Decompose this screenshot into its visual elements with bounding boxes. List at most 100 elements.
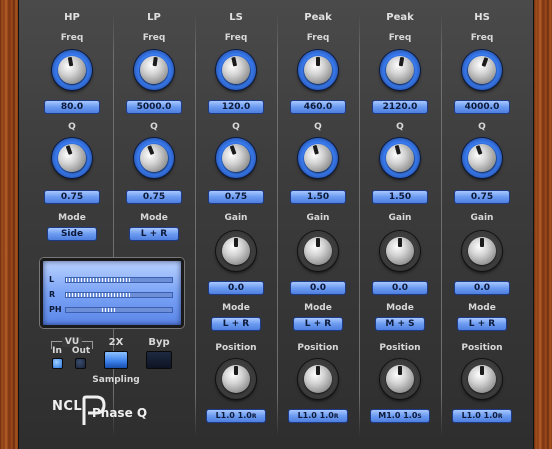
gain-label: Gain bbox=[306, 213, 330, 223]
q-value-field[interactable]: 1.50 bbox=[372, 190, 428, 204]
vu-in-button[interactable] bbox=[52, 358, 63, 369]
q-value-field[interactable]: 0.75 bbox=[44, 190, 100, 204]
freq-value-field[interactable]: 120.0 bbox=[208, 100, 264, 114]
band-title: Peak bbox=[304, 12, 332, 23]
vu-level-ph bbox=[102, 308, 115, 312]
freq-label: Freq bbox=[60, 33, 84, 43]
ncl-phase-q-logo: NCL Phase Q bbox=[52, 395, 172, 427]
sampling-label: Sampling bbox=[92, 375, 140, 385]
q-label: Q bbox=[478, 122, 486, 132]
position-b-value: 1.0 bbox=[483, 411, 498, 420]
column-divider bbox=[441, 12, 442, 437]
gain-label: Gain bbox=[224, 213, 248, 223]
freq-value-field[interactable]: 460.0 bbox=[290, 100, 346, 114]
knob-pointer-icon bbox=[312, 144, 319, 155]
mode-select[interactable]: L + R bbox=[293, 317, 343, 331]
knob-pointer-icon bbox=[398, 366, 402, 375]
freq-knob[interactable] bbox=[52, 50, 92, 90]
freq-label: Freq bbox=[142, 33, 166, 43]
knob-pointer-icon bbox=[481, 57, 489, 67]
vu-label-r: R bbox=[49, 290, 56, 299]
knob-pointer-icon bbox=[234, 366, 238, 375]
freq-label: Freq bbox=[306, 33, 330, 43]
q-label: Q bbox=[150, 122, 158, 132]
knob-pointer-icon bbox=[480, 238, 484, 247]
column-divider bbox=[113, 12, 114, 437]
position-value-field[interactable]: M1.0 1.0S bbox=[370, 409, 430, 423]
knob-pointer-icon bbox=[229, 145, 237, 155]
freq-knob[interactable] bbox=[462, 50, 502, 90]
freq-label: Freq bbox=[470, 33, 494, 43]
gain-value-field[interactable]: 0.0 bbox=[372, 281, 428, 295]
q-value-field[interactable]: 1.50 bbox=[290, 190, 346, 204]
gain-value-field[interactable]: 0.0 bbox=[454, 281, 510, 295]
vu-out-button[interactable] bbox=[75, 358, 86, 369]
bypass-label: Byp bbox=[148, 337, 170, 348]
knob-pointer-icon bbox=[152, 56, 158, 67]
mode-select[interactable]: Side bbox=[47, 227, 97, 241]
position-value-field[interactable]: L1.0 1.0R bbox=[206, 409, 266, 423]
q-label: Q bbox=[314, 122, 322, 132]
band-title: HP bbox=[64, 12, 80, 23]
q-value-field[interactable]: 0.75 bbox=[454, 190, 510, 204]
q-knob[interactable] bbox=[462, 138, 502, 178]
position-knob[interactable] bbox=[380, 359, 420, 399]
position-value-field[interactable]: L1.0 1.0R bbox=[288, 409, 348, 423]
q-knob[interactable] bbox=[380, 138, 420, 178]
q-label: Q bbox=[232, 122, 240, 132]
knob-pointer-icon bbox=[475, 145, 483, 155]
gain-knob[interactable] bbox=[462, 231, 502, 271]
vu-label-l: L bbox=[49, 275, 55, 284]
freq-knob[interactable] bbox=[216, 50, 256, 90]
freq-knob[interactable] bbox=[134, 50, 174, 90]
gain-value-field[interactable]: 0.0 bbox=[208, 281, 264, 295]
q-value-field[interactable]: 0.75 bbox=[126, 190, 182, 204]
position-label: Position bbox=[297, 343, 339, 353]
vu-row-right: R bbox=[49, 290, 179, 300]
position-value-field[interactable]: L1.0 1.0R bbox=[452, 409, 512, 423]
freq-value-field[interactable]: 5000.0 bbox=[126, 100, 182, 114]
position-b-value: 1.0 bbox=[403, 411, 418, 420]
position-label: Position bbox=[379, 343, 421, 353]
freq-value-field[interactable]: 4000.0 bbox=[454, 100, 510, 114]
sampling-2x-label: 2X bbox=[108, 337, 124, 348]
vu-in-label: In bbox=[52, 346, 62, 356]
vu-out-label: Out bbox=[71, 346, 91, 356]
sampling-2x-button[interactable] bbox=[104, 351, 128, 369]
position-label: Position bbox=[215, 343, 257, 353]
position-a-value: M1.0 bbox=[378, 411, 401, 420]
knob-pointer-icon bbox=[234, 238, 238, 247]
position-b-tag: R bbox=[497, 413, 503, 420]
mode-select[interactable]: L + R bbox=[211, 317, 261, 331]
gain-value-field[interactable]: 0.0 bbox=[290, 281, 346, 295]
q-value-field[interactable]: 0.75 bbox=[208, 190, 264, 204]
freq-value-field[interactable]: 80.0 bbox=[44, 100, 100, 114]
gain-knob[interactable] bbox=[298, 231, 338, 271]
freq-value-field[interactable]: 2120.0 bbox=[372, 100, 428, 114]
position-knob[interactable] bbox=[216, 359, 256, 399]
q-knob[interactable] bbox=[298, 138, 338, 178]
position-knob[interactable] bbox=[462, 359, 502, 399]
gain-knob[interactable] bbox=[380, 231, 420, 271]
column-divider bbox=[359, 12, 360, 437]
mode-select[interactable]: L + R bbox=[457, 317, 507, 331]
q-knob[interactable] bbox=[216, 138, 256, 178]
wood-side-left bbox=[0, 0, 18, 449]
gain-knob[interactable] bbox=[216, 231, 256, 271]
mode-select[interactable]: L + R bbox=[129, 227, 179, 241]
position-a-value: L1.0 bbox=[461, 411, 481, 420]
q-knob[interactable] bbox=[52, 138, 92, 178]
position-b-value: 1.0 bbox=[237, 411, 252, 420]
knob-pointer-icon bbox=[480, 366, 484, 375]
knob-pointer-icon bbox=[316, 366, 320, 375]
knob-pointer-icon bbox=[147, 145, 155, 156]
position-knob[interactable] bbox=[298, 359, 338, 399]
q-knob[interactable] bbox=[134, 138, 174, 178]
bypass-button[interactable] bbox=[146, 351, 172, 369]
freq-knob[interactable] bbox=[298, 50, 338, 90]
freq-knob[interactable] bbox=[380, 50, 420, 90]
vu-label-ph: PH bbox=[49, 305, 62, 314]
mode-select[interactable]: M + S bbox=[375, 317, 425, 331]
vu-level-l bbox=[66, 278, 130, 282]
freq-label: Freq bbox=[224, 33, 248, 43]
